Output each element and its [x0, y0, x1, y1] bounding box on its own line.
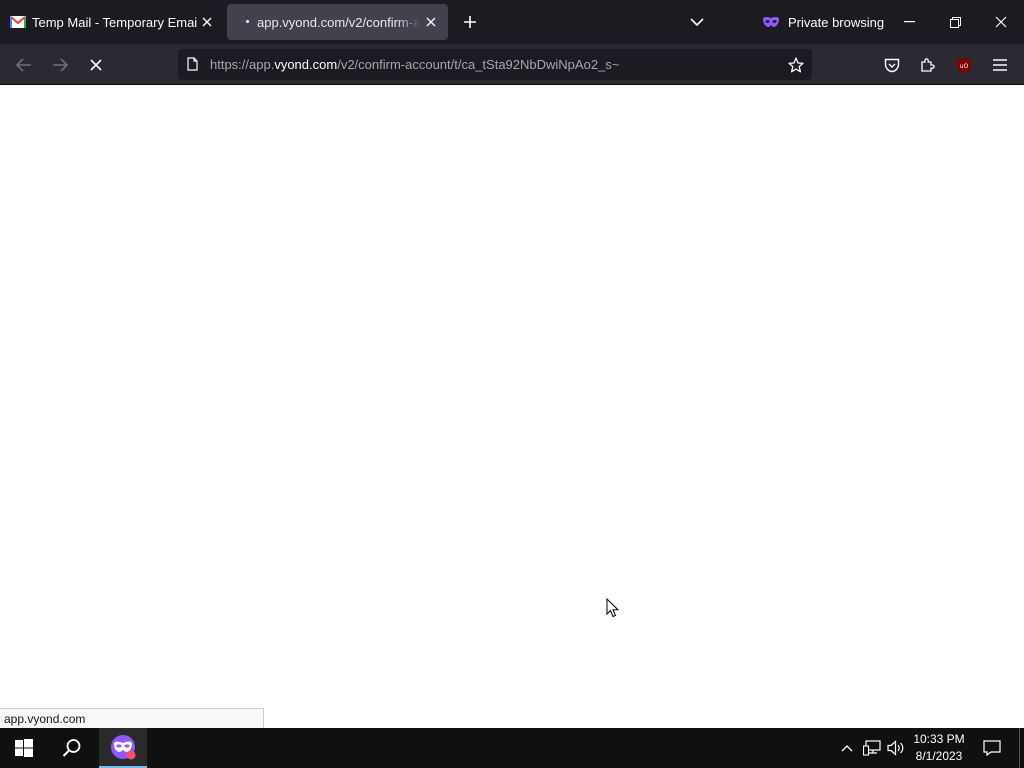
network-icon	[863, 740, 881, 756]
tab-close-icon[interactable]	[198, 13, 216, 31]
notification-icon	[983, 740, 1001, 756]
bookmark-star-icon[interactable]	[786, 55, 806, 75]
restore-icon	[949, 16, 961, 28]
chevron-down-icon	[690, 17, 704, 26]
list-all-tabs-button[interactable]	[686, 10, 708, 34]
arrow-right-icon	[53, 58, 68, 72]
network-tray-button[interactable]	[861, 728, 883, 768]
chevron-up-icon	[841, 745, 853, 752]
windows-logo-icon	[15, 739, 33, 757]
show-desktop-button[interactable]	[1019, 728, 1020, 768]
link-status-panel: app.vyond.com	[0, 708, 264, 728]
stop-loading-button[interactable]	[83, 52, 109, 78]
clock-time: 10:33 PM	[913, 732, 965, 746]
private-browsing-label: Private browsing	[788, 14, 885, 30]
page-content-area	[0, 86, 1024, 728]
window-close-button[interactable]	[986, 8, 1016, 36]
page-document-icon[interactable]	[184, 56, 200, 72]
tab-close-icon[interactable]	[422, 13, 440, 31]
navigation-toolbar: https://app.vyond.com/v2/confirm-account…	[0, 44, 1024, 85]
tab-vyond-confirm-account[interactable]: app.vyond.com/v2/confirm-account	[227, 4, 448, 40]
taskbar-firefox-private-button[interactable]	[99, 728, 147, 768]
arrow-left-icon	[16, 58, 31, 72]
svg-text:uO: uO	[960, 63, 969, 70]
ublock-shield-icon: uO	[957, 57, 971, 73]
stop-x-icon	[90, 59, 102, 71]
pocket-icon	[884, 58, 900, 72]
close-icon	[995, 16, 1007, 28]
forward-button[interactable]	[47, 52, 73, 78]
taskbar-search-button[interactable]	[48, 728, 96, 768]
window-minimize-button[interactable]	[894, 8, 924, 36]
action-center-button[interactable]	[978, 728, 1006, 768]
firefox-private-icon	[111, 735, 136, 760]
back-button[interactable]	[11, 52, 37, 78]
app-menu-button[interactable]	[988, 53, 1012, 77]
loading-dot-icon	[246, 20, 249, 23]
window-restore-button[interactable]	[940, 8, 970, 36]
private-mask-icon	[762, 16, 780, 28]
url-text[interactable]: https://app.vyond.com/v2/confirm-account…	[210, 57, 619, 72]
windows-taskbar: 10:33 PM 8/1/2023	[0, 728, 1024, 768]
clock-date: 8/1/2023	[915, 749, 963, 763]
extensions-button[interactable]	[916, 53, 940, 77]
puzzle-piece-icon	[921, 58, 935, 72]
url-prefix: https://app.	[210, 57, 275, 72]
taskbar-clock[interactable]: 10:33 PM 8/1/2023	[908, 731, 970, 765]
url-path: /v2/confirm-account/t/ca_tSta92NbDwiNpAo…	[337, 57, 620, 72]
tab-temp-mail[interactable]: Temp Mail - Temporary Email	[0, 4, 224, 40]
url-host: vyond.com	[274, 57, 338, 72]
browser-tab-strip: Temp Mail - Temporary Email app.vyond.co…	[0, 0, 1024, 44]
tab-title: app.vyond.com/v2/confirm-account	[257, 14, 421, 30]
start-button[interactable]	[0, 728, 48, 768]
volume-tray-button[interactable]	[885, 728, 907, 768]
show-hidden-icons-button[interactable]	[837, 728, 857, 768]
mouse-cursor-icon	[606, 598, 620, 618]
search-icon	[62, 739, 81, 757]
hamburger-menu-icon	[993, 59, 1007, 71]
plus-icon	[464, 16, 476, 28]
gmail-envelope-icon	[10, 14, 26, 30]
tab-title: Temp Mail - Temporary Email	[32, 14, 197, 30]
minimize-icon	[903, 21, 915, 23]
private-browsing-indicator: Private browsing	[762, 12, 884, 32]
speaker-volume-icon	[887, 740, 904, 756]
new-tab-button[interactable]	[458, 10, 482, 34]
ublock-origin-button[interactable]: uO	[952, 53, 976, 77]
address-bar[interactable]: https://app.vyond.com/v2/confirm-account…	[178, 49, 812, 80]
pocket-button[interactable]	[880, 53, 904, 77]
